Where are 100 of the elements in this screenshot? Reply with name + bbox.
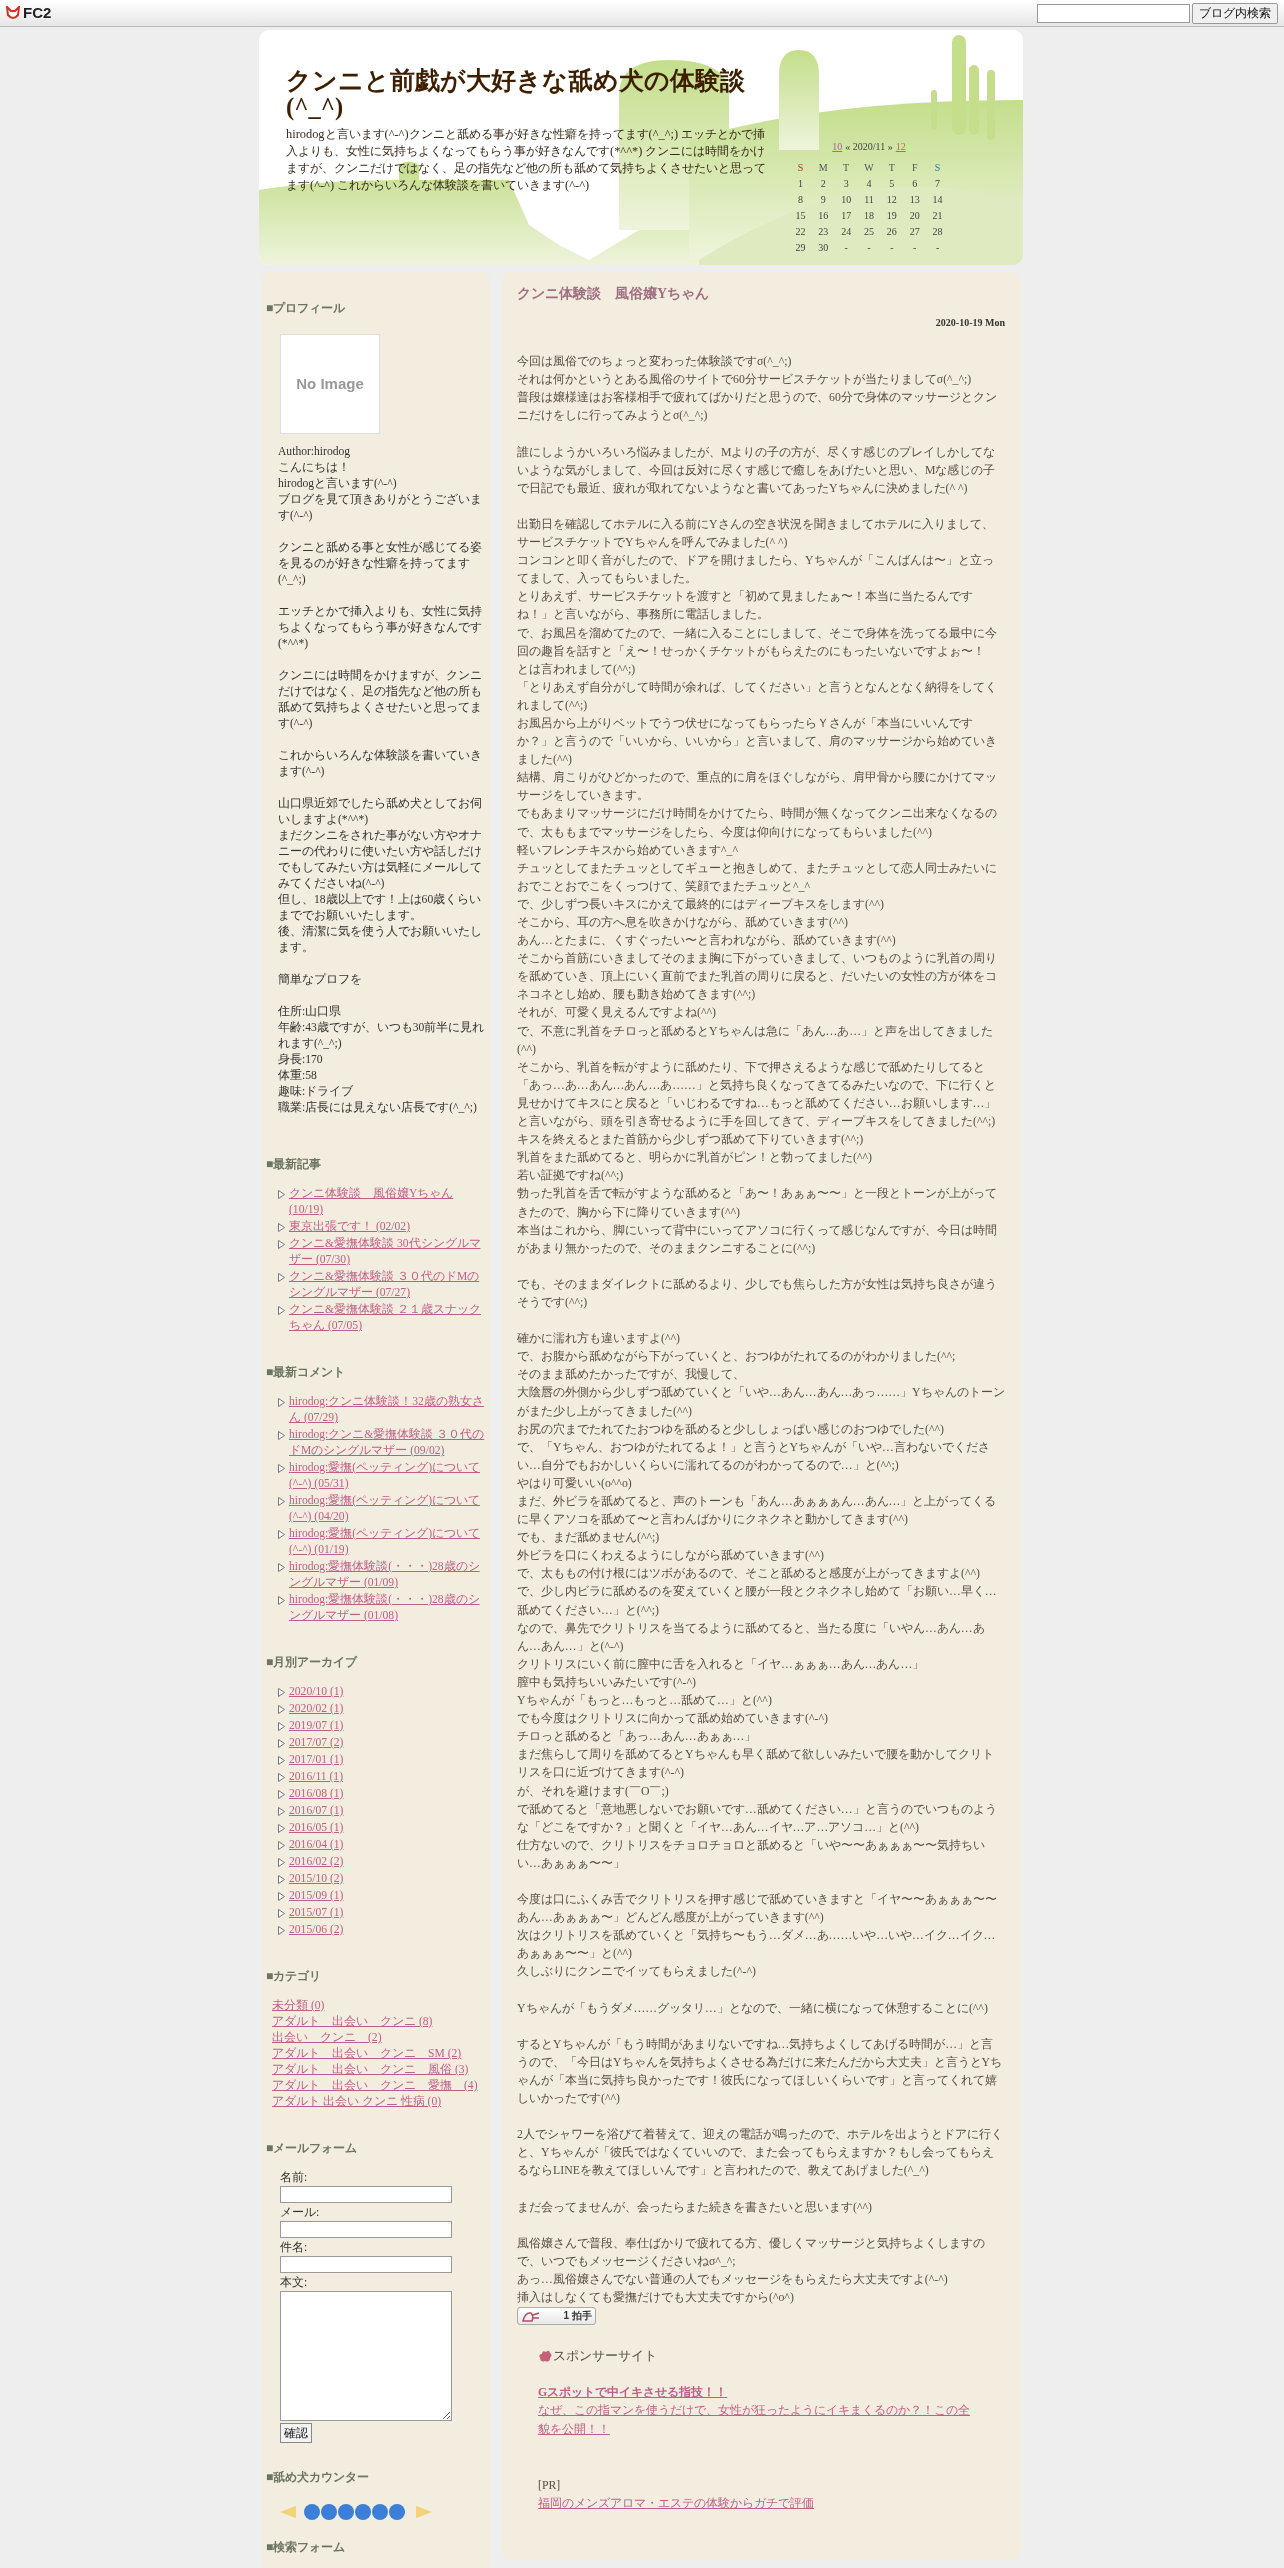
bullet-icon	[278, 1464, 285, 1473]
sponsor-link[interactable]: なぜ、この指マンを使うだけで、女性が狂ったようにイキまくるのか？！この全貌を公開！！	[538, 2401, 978, 2438]
calendar-day: 15	[789, 208, 812, 224]
category-link[interactable]: アダルト 出会い クンニ 愛撫 (4)	[272, 2078, 484, 2094]
bullet-icon	[278, 1858, 285, 1867]
blog-title[interactable]: クンニと前戯が大好きな舐め犬の体験談(^_^)	[286, 68, 786, 120]
calendar-day: 7	[926, 176, 949, 192]
calendar-day: 27	[903, 224, 927, 240]
bullet-icon	[278, 1926, 285, 1935]
profile-text: こんにちは！	[278, 460, 351, 476]
article-text: 挿入はしなくても愛撫だけでも大丈夫ですから(^o^)	[517, 2289, 795, 2307]
sidebar-link[interactable]: 2016/02 (2)	[289, 1854, 344, 1870]
category-link[interactable]: アダルト 出会い クンニ SM (2)	[272, 2046, 484, 2062]
calendar-day: 29	[789, 240, 812, 256]
calendar-day: -	[857, 240, 881, 256]
sidebar-link[interactable]: 2016/11 (1)	[289, 1769, 343, 1785]
article-text: それが、可愛く見えるんですよね(^^)	[517, 1004, 717, 1022]
category-link[interactable]: 出会い クンニ (2)	[272, 2030, 484, 2046]
article-text: チュッとしてまたチュッとしてギューと抱きしめて、またチュッとして恋人同士みたいにおでことおでこをくっつけて、笑顔でまたチュッと^_^	[517, 859, 998, 895]
sidebar-link[interactable]: 2015/07 (1)	[289, 1905, 344, 1921]
sidebar-link[interactable]: 2015/06 (2)	[289, 1922, 344, 1938]
profile-text: 簡単なプロフを	[278, 972, 363, 988]
search-field[interactable]	[1037, 3, 1190, 23]
sidebar-link[interactable]: hirodog:愛撫体験談(・・・)28歳のシングルマザー (01/08)	[289, 1592, 488, 1624]
article-text: とは言われまして(^^;)	[517, 660, 637, 678]
sidebar-link[interactable]: 2019/07 (1)	[289, 1718, 344, 1734]
sidebar-link[interactable]: クンニ体験談 風俗嬢Yちゃん (10/19)	[289, 1186, 488, 1218]
category-link[interactable]: 未分類 (0)	[272, 1998, 484, 2014]
sidebar-link[interactable]: 2016/05 (1)	[289, 1820, 344, 1836]
sidebar-link[interactable]: クンニ&愛撫体験談 30代シングルマザー (07/30)	[289, 1236, 488, 1268]
bullet-icon	[278, 1790, 285, 1799]
bullet-icon	[278, 1306, 285, 1315]
article-title[interactable]: クンニ体験談 風俗嬢Yちゃん	[517, 284, 1005, 304]
article-text: で、「Yちゃん、おつゆがたれてるよ！」と言うとYちゃんが「いや…言わないでください…自分でもおかしいくらいに濡れてるのがわかってるので…」と(^^;)	[517, 1438, 991, 1474]
sidebar-link[interactable]: hirodog:愛撫(ペッティング)について(^-^) (04/20)	[289, 1493, 488, 1525]
section-heading: ■舐め犬カウンター	[266, 2469, 371, 2485]
profile-text: 年齢:43歳ですが、いつも30前半に見れれます(^_^;)	[278, 1020, 486, 1052]
next-month-link[interactable]: 12	[895, 140, 906, 154]
sidebar-link[interactable]: hirodog:クンニ体験談！32歳の熟女さん (07/29)	[289, 1394, 488, 1426]
field-label: メール:	[280, 2205, 321, 2221]
sidebar-link[interactable]: クンニ&愛撫体験談 ２１歳スナックちゃん (07/05)	[289, 1302, 488, 1334]
sidebar-link[interactable]: 2017/07 (2)	[289, 1735, 344, 1751]
sidebar-link[interactable]: 2015/09 (1)	[289, 1888, 344, 1904]
article-text: お尻の穴までたれてたおつゆを舐めると少ししょっぱい感じのおつゆでした(^^)	[517, 1420, 945, 1438]
prev-month-link[interactable]: 10	[832, 140, 843, 154]
calendar-month: « 2020/11 »	[845, 140, 893, 154]
article-text: まだ、外ビラを舐めてると、声のトーンも「あん…あぁぁぁん…あん…」と上がってくるに早くアソコを舐めて〜と言わんばかりにクネクネと動かしてきます(^^)	[517, 1493, 998, 1529]
bullet-icon	[278, 1909, 285, 1918]
sponsor-heading: スポンサーサイト	[553, 2347, 657, 2366]
calendar-day: 13	[903, 192, 927, 208]
section-heading: ■メールフォーム	[266, 2140, 359, 2156]
category-link[interactable]: アダルト 出会い クンニ (8)	[272, 2014, 484, 2030]
article-text: とりあえず、サービスチケットを渡すと「初めて見ましたぁ〜！本当に当たるんですね！」と言いながら、事務所に電話しました。	[517, 588, 974, 624]
message-field[interactable]	[280, 2291, 452, 2421]
article-text: まだ焦らして周りを舐めてるとYちゃんも早く舐めて欲しいみたいで腰を動かしてクリトリスを口に近づけてきます(^-^)	[517, 1746, 995, 1782]
article-text: 今回は風俗でのちょっと変わった体験談ですσ(^_^;)	[517, 353, 793, 371]
sidebar-link[interactable]: クンニ&愛撫体験談 ３０代のドMのシングルマザー (07/27)	[289, 1269, 488, 1301]
bullet-icon	[278, 1705, 285, 1714]
calendar-day: 4	[857, 176, 881, 192]
text-field[interactable]	[280, 2221, 452, 2238]
bullet-icon	[278, 1497, 285, 1506]
logo[interactable]: FC2	[23, 1, 52, 25]
sidebar-link[interactable]: 2017/01 (1)	[289, 1752, 344, 1768]
bullet-icon	[278, 1190, 285, 1199]
sidebar-link[interactable]: hirodog:愛撫(ペッティング)について(^-^) (05/31)	[289, 1460, 488, 1492]
sidebar-link[interactable]: 2020/02 (1)	[289, 1701, 344, 1717]
calendar-day: 11	[857, 192, 881, 208]
text-field[interactable]	[280, 2256, 452, 2273]
search-button[interactable]: ブログ内検索	[1192, 2, 1278, 24]
sidebar-link[interactable]: 2016/08 (1)	[289, 1786, 344, 1802]
category-link[interactable]: アダルト 出会い クンニ 風俗 (3)	[272, 2062, 484, 2078]
sidebar-link[interactable]: hirodog:愛撫体験談(・・・)28歳のシングルマザー (01/09)	[289, 1559, 488, 1591]
pr-link[interactable]: 福岡のメンズアロマ・エステの体験からガチで評価	[538, 2493, 1005, 2512]
sidebar-link[interactable]: hirodog:クンニ&愛撫体験談 ３０代のドMのシングルマザー (09/02)	[289, 1427, 488, 1459]
sidebar-link[interactable]: 2015/10 (2)	[289, 1871, 344, 1887]
sponsor-link[interactable]: Gスポットで中イキさせる指技！！	[538, 2383, 1005, 2402]
calendar-day: -	[880, 240, 904, 256]
bullet-icon	[278, 1807, 285, 1816]
profile-text: これからいろんな体験談を書いていきます(^-^)	[278, 748, 483, 780]
text-field[interactable]	[280, 2186, 452, 2203]
sidebar-link[interactable]: 2016/07 (1)	[289, 1803, 344, 1819]
bullet-icon	[278, 1773, 285, 1782]
section-heading: ■最新記事	[266, 1156, 323, 1172]
sidebar-link[interactable]: hirodog:愛撫(ペッティング)について(^-^) (01/19)	[289, 1526, 488, 1558]
confirm-button[interactable]: 確認	[280, 2423, 312, 2443]
profile-text: 職業:店長には見えない店長です(^_^;)	[278, 1100, 478, 1116]
sidebar-link[interactable]: 東京出張です！ (02/02)	[289, 1219, 411, 1235]
article-text: そのまま舐めたかったですが、我慢して、	[517, 1366, 746, 1384]
calendar-day: -	[926, 240, 949, 256]
article-text: 久しぶりにクンニでイッてもらえました(^-^)	[517, 1963, 757, 1981]
sidebar-link[interactable]: 2020/10 (1)	[289, 1684, 344, 1700]
article-text: 若い証拠ですね(^^;)	[517, 1167, 625, 1185]
article-text: で、少し内ビラに舐めるのを変えていくと腰が一段とクネクネし始めて「お願い…早く…舐めてください…」と(^^;)	[517, 1583, 998, 1619]
calendar-day: 22	[789, 224, 812, 240]
sidebar-link[interactable]: 2016/04 (1)	[289, 1837, 344, 1853]
article-text: チロっと舐めると「あっ…あん…あぁぁ…」	[517, 1728, 758, 1746]
article-text: あん…とたまに、くすぐったい〜と言われながら、舐めていきます(^^)	[517, 932, 897, 950]
clap-button[interactable]: 1 拍手	[517, 2307, 596, 2326]
category-link[interactable]: アダルト 出会い クンニ 性病 (0)	[272, 2094, 484, 2110]
article-text: それは何かというとある風俗のサイトで60分サービスチケットが当たりましてσ(^_^;)	[517, 371, 973, 389]
